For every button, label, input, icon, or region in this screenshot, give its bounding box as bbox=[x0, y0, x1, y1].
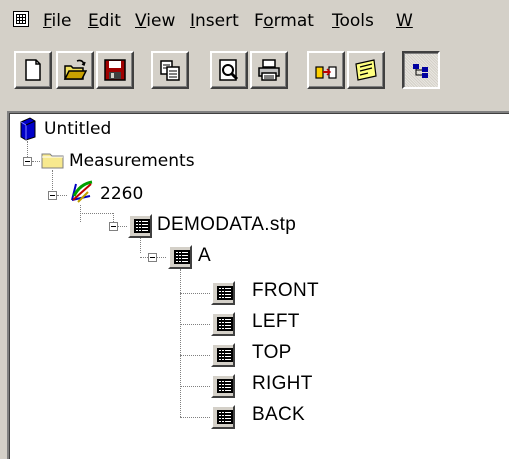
menu-insert[interactable]: Insert bbox=[190, 11, 239, 31]
tree-connector bbox=[157, 257, 166, 258]
measure-button[interactable] bbox=[307, 51, 345, 89]
menu-view-mnemonic: V bbox=[135, 11, 147, 31]
print-preview-icon bbox=[219, 59, 239, 81]
tree-node-left[interactable]: LEFT bbox=[252, 312, 300, 332]
tree-node-demodata[interactable]: DEMODATA.stp bbox=[157, 215, 296, 235]
tree-connector bbox=[80, 213, 113, 214]
menu-file-label: ile bbox=[51, 11, 72, 31]
tree-node-right[interactable]: RIGHT bbox=[252, 374, 313, 394]
system-menu-icon[interactable] bbox=[13, 11, 29, 27]
chart-icon bbox=[355, 59, 377, 81]
tree-node-untitled[interactable]: Untitled bbox=[44, 119, 111, 139]
new-button[interactable] bbox=[14, 51, 52, 89]
menu-edit-label: dit bbox=[98, 11, 121, 31]
copy-button[interactable] bbox=[151, 51, 189, 89]
menu-file-mnemonic: F bbox=[43, 11, 52, 31]
tree-view-button[interactable] bbox=[402, 51, 440, 89]
open-button[interactable] bbox=[56, 51, 94, 89]
save-disk-icon bbox=[104, 59, 126, 81]
menu-view[interactable]: View bbox=[135, 11, 175, 31]
measure-icon bbox=[315, 66, 337, 79]
tree-node-a[interactable]: A bbox=[198, 246, 211, 266]
print-preview-button[interactable] bbox=[210, 51, 248, 89]
copy-icon bbox=[160, 60, 180, 81]
menu-file[interactable]: File bbox=[43, 11, 71, 31]
tree-node-top[interactable]: TOP bbox=[252, 343, 292, 363]
data-channel-icon bbox=[211, 374, 235, 398]
tree-connector bbox=[180, 355, 210, 356]
data-group-icon bbox=[168, 245, 192, 269]
tree-connector bbox=[113, 213, 114, 222]
data-channel-icon bbox=[211, 405, 235, 429]
toolbar bbox=[14, 51, 509, 97]
tree-view[interactable]: Untitled Measurements 2260 DEMODATA.stp … bbox=[7, 111, 509, 459]
tree-connector bbox=[180, 293, 210, 294]
tree-connector bbox=[32, 161, 40, 162]
tree-view-icon bbox=[413, 64, 428, 78]
tree-connector bbox=[180, 269, 181, 417]
collapse-toggle[interactable] bbox=[48, 191, 57, 200]
folder-icon bbox=[41, 153, 64, 169]
new-document-icon bbox=[25, 59, 41, 81]
menu-edit[interactable]: Edit bbox=[88, 11, 121, 31]
tree-node-front[interactable]: FRONT bbox=[252, 281, 319, 301]
collapse-toggle[interactable] bbox=[23, 157, 32, 166]
chart-button[interactable] bbox=[347, 51, 385, 89]
tree-connector bbox=[57, 195, 67, 196]
data-channel-icon bbox=[211, 312, 235, 336]
menu-format-label: rmat bbox=[273, 11, 314, 31]
tree-connector bbox=[180, 386, 210, 387]
menu-tools-mnemonic: T bbox=[332, 11, 340, 31]
tree-node-measurements[interactable]: Measurements bbox=[69, 151, 195, 171]
menu-edit-mnemonic: E bbox=[88, 11, 99, 31]
document-icon bbox=[20, 117, 36, 141]
menu-view-label: iew bbox=[146, 11, 176, 31]
tree-connector bbox=[140, 257, 148, 258]
data-file-icon bbox=[128, 214, 152, 238]
menu-format-prefix: F bbox=[254, 11, 264, 31]
print-button[interactable] bbox=[250, 51, 288, 89]
menu-window-mnemonic: W bbox=[396, 11, 413, 31]
menu-format[interactable]: Format bbox=[254, 11, 314, 31]
menu-tools[interactable]: Tools bbox=[332, 11, 374, 31]
data-channel-icon bbox=[211, 281, 235, 305]
tree-connector bbox=[140, 238, 141, 253]
open-folder-icon bbox=[63, 59, 87, 80]
tree-connector bbox=[180, 417, 210, 418]
save-button[interactable] bbox=[96, 51, 134, 89]
tree-node-back[interactable]: BACK bbox=[252, 405, 305, 425]
menu-bar: File Edit View Insert Format Tools W bbox=[0, 0, 509, 42]
menu-tools-label: ools bbox=[339, 11, 374, 31]
tree-node-2260[interactable]: 2260 bbox=[100, 184, 143, 204]
print-icon bbox=[258, 59, 280, 81]
menu-window[interactable]: W bbox=[396, 11, 413, 31]
tree-connector bbox=[118, 226, 127, 227]
collapse-toggle[interactable] bbox=[109, 222, 118, 231]
menu-format-mnemonic: o bbox=[263, 11, 274, 31]
tree-connector bbox=[52, 170, 53, 190]
tree-connector bbox=[180, 324, 210, 325]
menu-insert-label: nsert bbox=[195, 11, 239, 31]
collapse-toggle[interactable] bbox=[148, 253, 157, 262]
data-channel-icon bbox=[211, 343, 235, 367]
instrument-icon bbox=[71, 180, 93, 203]
